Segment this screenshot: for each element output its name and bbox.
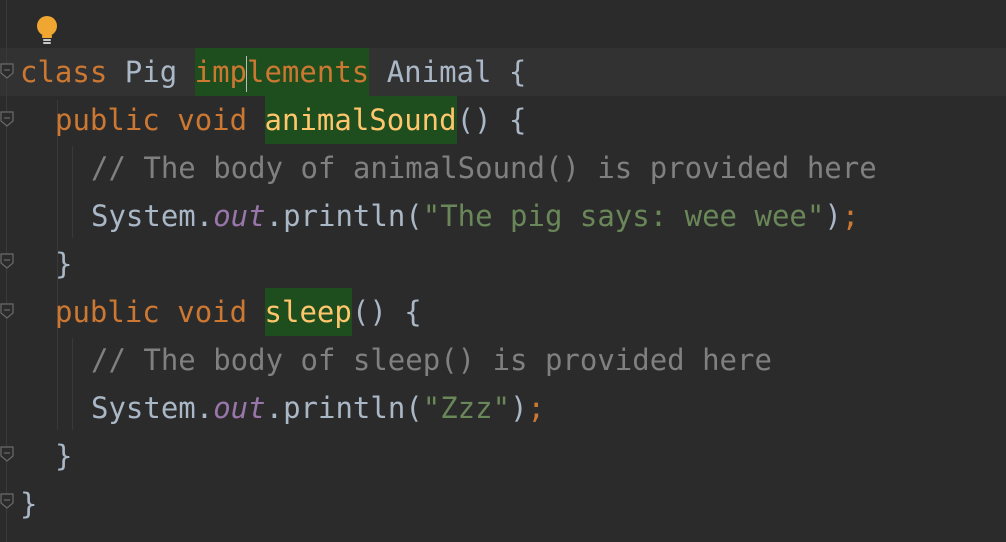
code-token: () { — [351, 295, 422, 329]
fold-marker-icon[interactable] — [0, 110, 14, 128]
code-token: // The body of animalSound() is provided… — [91, 151, 877, 185]
fold-marker-icon[interactable] — [0, 252, 14, 270]
usage-highlight: lements — [247, 48, 370, 96]
code-token: } — [20, 487, 38, 521]
code-editor[interactable]: class Pig implements Animal {public void… — [0, 0, 1006, 542]
indent-guide — [72, 146, 73, 238]
code-token: ) — [824, 199, 842, 233]
fold-marker-icon[interactable] — [0, 445, 14, 463]
code-token: Animal { — [369, 55, 527, 89]
code-token: "The pig says: wee wee" — [422, 199, 825, 233]
code-line[interactable]: } — [55, 432, 72, 480]
code-token: System. — [91, 391, 214, 425]
usage-highlight: imp — [194, 48, 248, 96]
code-token: Pig — [107, 55, 195, 89]
code-line[interactable]: System.out.println("The pig says: wee we… — [91, 192, 859, 240]
code-token: // The body of sleep() is provided here — [91, 343, 772, 377]
code-token: } — [55, 247, 73, 281]
fold-marker-icon[interactable] — [0, 492, 14, 510]
code-line[interactable]: } — [20, 480, 37, 528]
code-token: } — [55, 439, 73, 473]
code-token: ) — [510, 391, 528, 425]
code-token: void — [177, 295, 248, 329]
code-token: () { — [456, 103, 527, 137]
code-line[interactable]: System.out.println("Zzz"); — [91, 384, 545, 432]
code-line[interactable]: // The body of animalSound() is provided… — [91, 144, 877, 192]
code-line[interactable]: class Pig implements Animal { — [20, 48, 526, 96]
code-line[interactable]: } — [55, 240, 72, 288]
code-line[interactable]: public void animalSound() { — [55, 96, 526, 144]
code-token: class — [20, 55, 108, 89]
code-token: public — [55, 103, 160, 137]
fold-marker-icon[interactable] — [0, 62, 14, 80]
code-token: .println( — [265, 391, 423, 425]
code-token: out — [213, 199, 266, 233]
usage-highlight: animalSound — [264, 96, 457, 144]
fold-marker-icon[interactable] — [0, 302, 14, 320]
lightbulb-icon[interactable] — [34, 14, 60, 48]
usage-highlight: sleep — [264, 288, 352, 336]
code-token: System. — [91, 199, 214, 233]
code-line[interactable]: public void sleep() { — [55, 288, 422, 336]
code-line[interactable]: // The body of sleep() is provided here — [91, 336, 772, 384]
code-token: "Zzz" — [422, 391, 511, 425]
code-token: out — [213, 391, 266, 425]
code-token: public — [55, 295, 160, 329]
indent-guide — [72, 338, 73, 430]
code-token: void — [177, 103, 248, 137]
code-token: .println( — [265, 199, 423, 233]
code-token: ; — [527, 391, 545, 425]
code-token: ; — [841, 199, 860, 233]
